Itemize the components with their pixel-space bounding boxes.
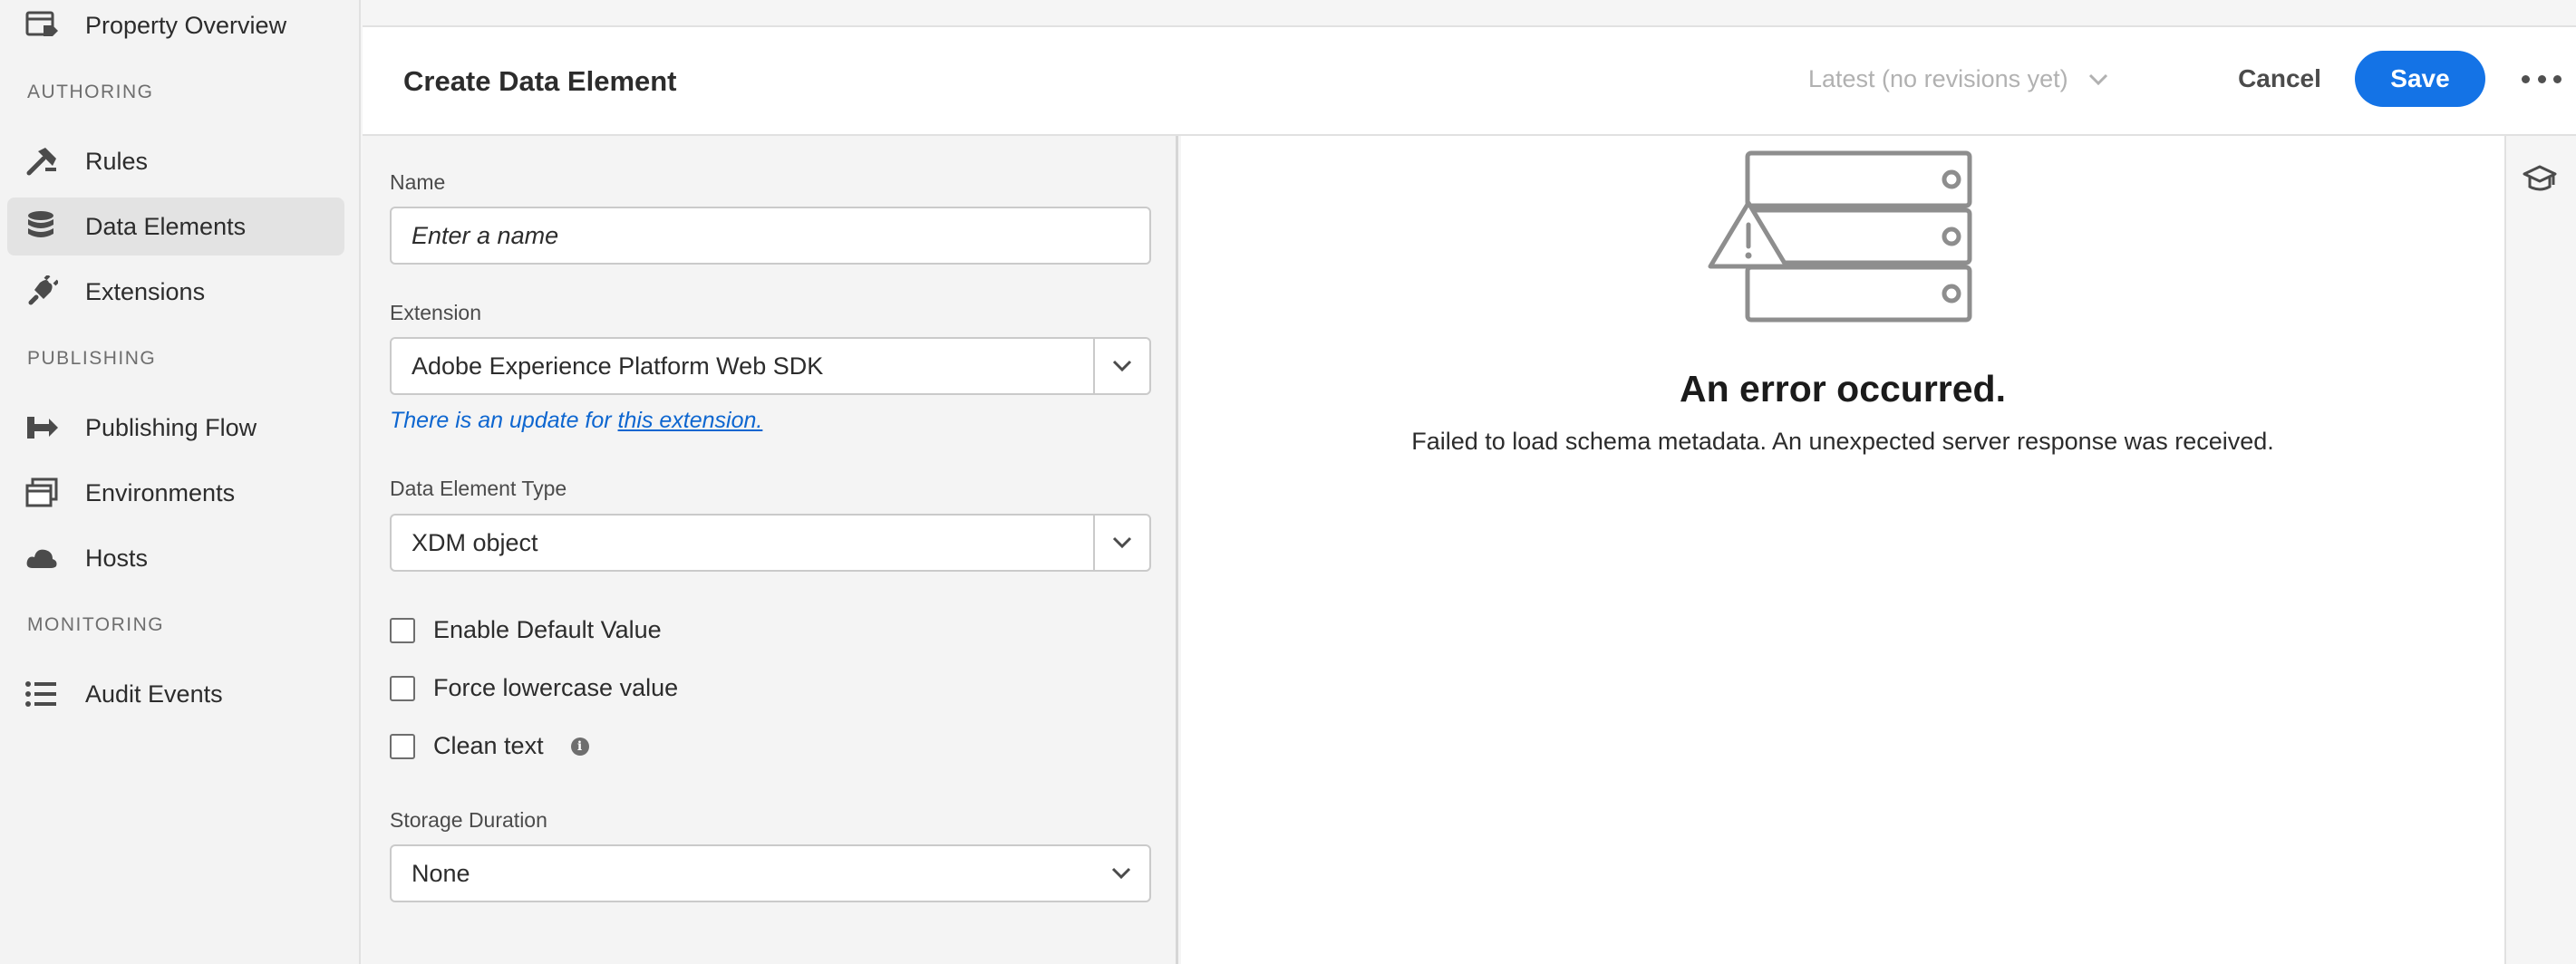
error-message: Failed to load schema metadata. An unexp… (1411, 428, 2274, 455)
storage-duration-picker[interactable]: None (390, 844, 1151, 902)
storage-duration-label: Storage Duration (390, 808, 547, 832)
enable-default-value-checkbox[interactable] (390, 617, 415, 643)
extension-value: Adobe Experience Platform Web SDK (412, 352, 824, 380)
property-overview-icon (25, 7, 73, 43)
chevron-down-icon[interactable] (1093, 516, 1149, 570)
checkbox-label: Force lowercase value (433, 674, 679, 701)
sidebar: Property Overview AUTHORING Rules Data E… (0, 0, 361, 964)
extension-picker[interactable]: Adobe Experience Platform Web SDK (390, 337, 1151, 395)
extension-label: Extension (390, 301, 482, 324)
update-extension-link[interactable]: this extension. (618, 408, 763, 433)
update-notice-text: There is an update for (390, 408, 618, 433)
cancel-button[interactable]: Cancel (2212, 51, 2348, 107)
sidebar-item-label: Property Overview (85, 11, 287, 39)
right-rail (2504, 136, 2576, 964)
server-error-illustration (1708, 150, 1972, 323)
force-lowercase-checkbox[interactable] (390, 675, 415, 701)
data-element-type-picker[interactable]: XDM object (390, 514, 1151, 572)
list-icon (25, 676, 73, 712)
error-title: An error occurred. (1680, 368, 2006, 410)
sidebar-item-hosts[interactable]: Hosts (7, 529, 344, 587)
data-element-type-value: XDM object (412, 528, 538, 556)
revision-picker[interactable]: Latest (no revisions yet) (1808, 65, 2108, 93)
sidebar-item-label: Data Elements (85, 212, 247, 240)
save-button[interactable]: Save (2355, 51, 2485, 107)
chevron-down-icon[interactable] (1093, 339, 1149, 393)
more-actions-icon[interactable] (2522, 65, 2561, 92)
revision-label: Latest (no revisions yet) (1808, 65, 2068, 92)
update-notice: There is an update for this extension. (390, 408, 762, 434)
sidebar-item-label: Environments (85, 478, 236, 506)
sidebar-item-property-overview[interactable]: Property Overview (7, 0, 344, 54)
sidebar-item-label: Rules (85, 147, 149, 175)
sidebar-item-audit-events[interactable]: Audit Events (7, 665, 344, 723)
graduation-cap-icon[interactable] (2523, 163, 2557, 194)
data-element-type-label: Data Element Type (390, 477, 567, 500)
form-panel: Name Enter a name Extension Adobe Experi… (363, 136, 1178, 964)
clean-text-row[interactable]: Clean text i (390, 732, 589, 760)
sidebar-item-label: Publishing Flow (85, 413, 257, 441)
database-icon (25, 208, 73, 245)
chevron-down-icon (1093, 846, 1149, 901)
name-label: Name (390, 170, 446, 194)
sidebar-item-data-elements[interactable]: Data Elements (7, 198, 344, 255)
sidebar-item-publishing-flow[interactable]: Publishing Flow (7, 399, 344, 457)
page-title: Create Data Element (403, 65, 677, 97)
sidebar-item-extensions[interactable]: Extensions (7, 263, 344, 321)
section-label-authoring: AUTHORING (27, 82, 154, 102)
sidebar-item-label: Hosts (85, 544, 149, 572)
section-label-publishing: PUBLISHING (27, 348, 157, 369)
error-panel: An error occurred. Failed to load schema… (1181, 136, 2504, 964)
plug-icon (25, 274, 73, 310)
storage-duration-value: None (412, 859, 470, 887)
clean-text-checkbox[interactable] (390, 733, 415, 759)
info-icon[interactable]: i (570, 737, 589, 756)
rules-icon (25, 143, 73, 179)
checkbox-label: Clean text (433, 732, 544, 759)
environments-icon (25, 475, 73, 511)
top-strip (363, 0, 2576, 27)
sidebar-item-label: Audit Events (85, 680, 223, 708)
enable-default-value-row[interactable]: Enable Default Value (390, 616, 662, 644)
sidebar-item-rules[interactable]: Rules (7, 132, 344, 190)
cloud-icon (25, 540, 73, 576)
page-header: Create Data Element Latest (no revisions… (363, 27, 2576, 136)
section-label-monitoring: MONITORING (27, 614, 165, 635)
force-lowercase-row[interactable]: Force lowercase value (390, 674, 678, 702)
name-input[interactable]: Enter a name (390, 207, 1151, 265)
chevron-down-icon (2088, 73, 2107, 85)
checkbox-label: Enable Default Value (433, 616, 662, 643)
publishing-flow-icon (25, 410, 73, 446)
sidebar-item-label: Extensions (85, 277, 206, 305)
sidebar-item-environments[interactable]: Environments (7, 464, 344, 522)
